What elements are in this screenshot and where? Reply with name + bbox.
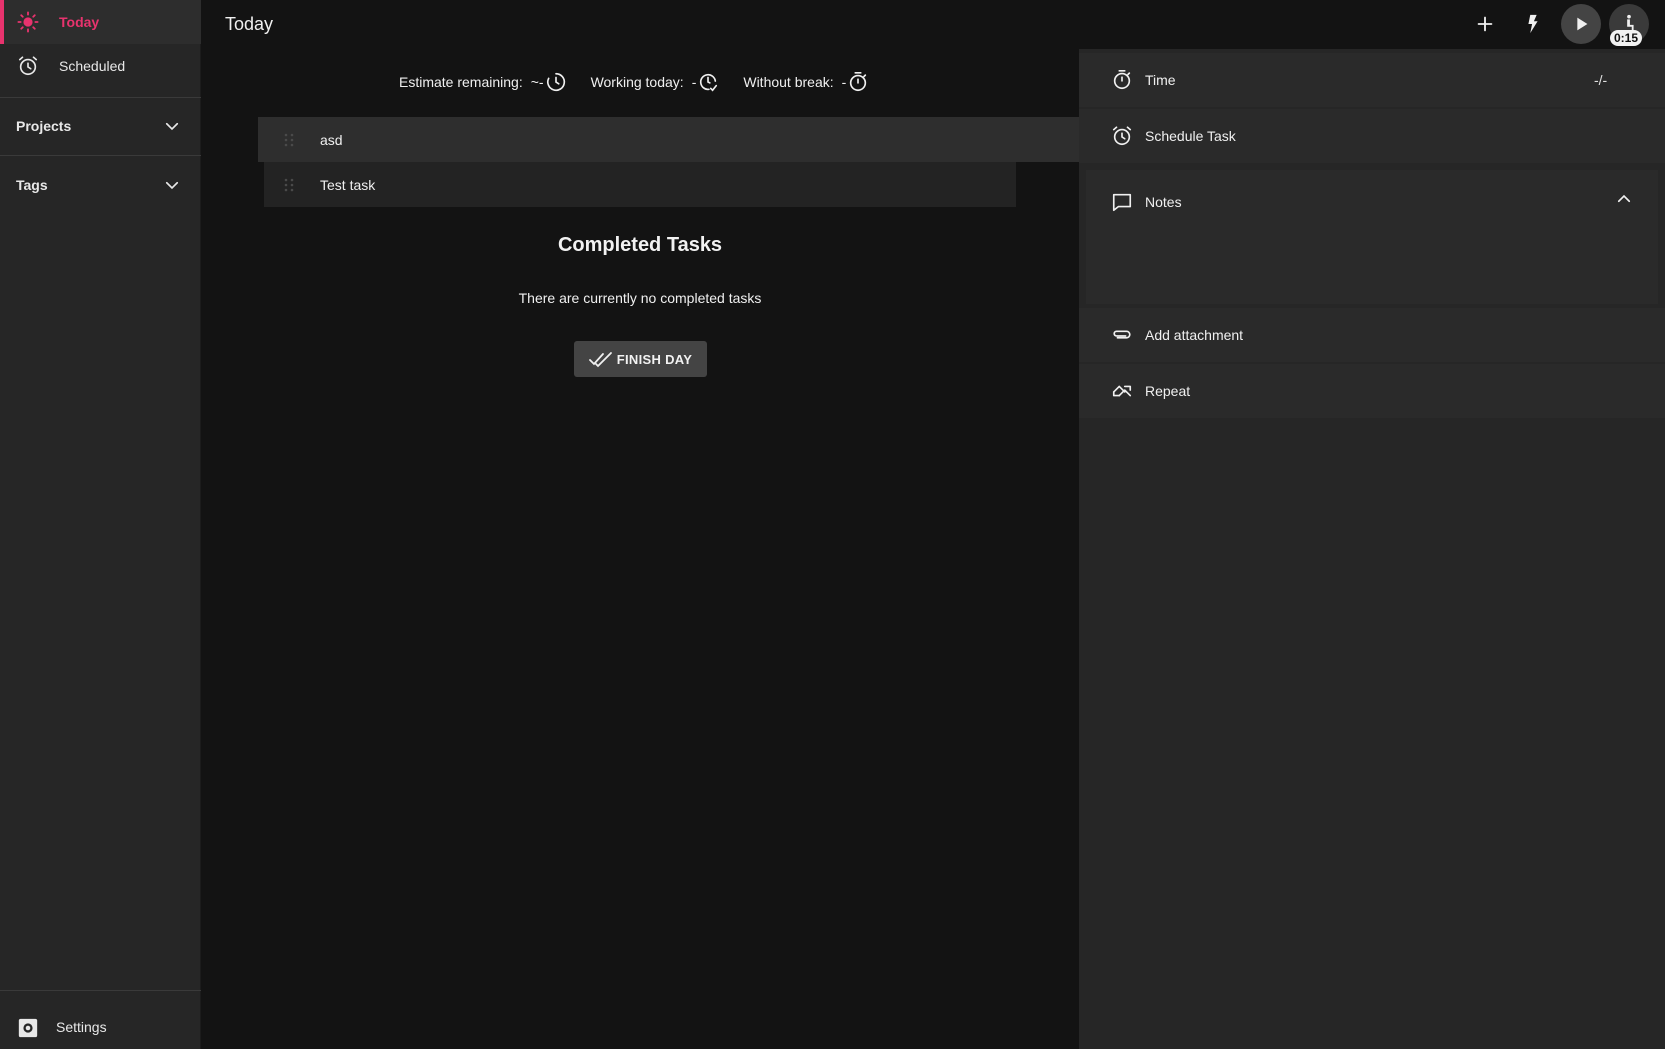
play-button[interactable] bbox=[1561, 4, 1601, 44]
metric-value: ~- bbox=[530, 74, 544, 90]
paperclip-icon bbox=[1113, 330, 1131, 339]
section-tags[interactable]: Tags bbox=[0, 157, 201, 213]
time-value: -/- bbox=[1594, 72, 1608, 88]
notes-section[interactable]: Notes bbox=[1086, 170, 1658, 304]
task-item-selected[interactable]: asd bbox=[258, 117, 1079, 162]
schedule-task-label: Schedule Task bbox=[1145, 128, 1236, 144]
section-projects[interactable]: Projects bbox=[0, 98, 201, 154]
time-label: Time bbox=[1145, 72, 1176, 88]
add-attachment-row[interactable]: Add attachment bbox=[1079, 308, 1665, 362]
settings-icon bbox=[18, 1018, 38, 1038]
schedule-task-row[interactable]: Schedule Task bbox=[1079, 109, 1665, 163]
sidebar: Today Scheduled Projects Tags Settings bbox=[0, 0, 201, 1049]
metric-without-break: Without break: - bbox=[743, 71, 869, 93]
play-icon bbox=[1577, 17, 1588, 31]
nav-item-label: Today bbox=[59, 14, 100, 30]
nav-item-scheduled[interactable]: Scheduled bbox=[0, 44, 201, 88]
comment-icon bbox=[1112, 193, 1132, 212]
timer-badge: 0:15 bbox=[1610, 30, 1643, 46]
metrics-bar: Estimate remaining: ~- Working today: - … bbox=[399, 70, 893, 94]
add-attachment-label: Add attachment bbox=[1145, 327, 1244, 343]
lightning-icon bbox=[1528, 14, 1538, 34]
page-title: Today bbox=[225, 14, 274, 34]
metric-value: - bbox=[691, 74, 697, 90]
metric-working-today: Working today: - bbox=[591, 71, 720, 93]
finish-day-button[interactable]: FINISH DAY bbox=[574, 341, 707, 377]
metric-label: Estimate remaining: bbox=[399, 74, 523, 90]
metric-label: Working today: bbox=[590, 74, 684, 90]
sun-icon bbox=[17, 11, 39, 33]
finish-day-label: FINISH DAY bbox=[616, 351, 693, 367]
focus-mode-button[interactable] bbox=[1515, 6, 1551, 42]
task-title: Test task bbox=[320, 176, 376, 193]
chevron-down-icon bbox=[165, 181, 179, 190]
stopwatch-icon bbox=[1113, 70, 1131, 90]
repeat-icon bbox=[1112, 385, 1132, 397]
plus-icon bbox=[1477, 16, 1493, 32]
divider bbox=[0, 990, 201, 991]
completed-tasks-heading: Completed Tasks bbox=[557, 234, 723, 256]
repeat-label: Repeat bbox=[1145, 383, 1191, 399]
metric-label: Without break: bbox=[743, 74, 834, 90]
drag-handle-icon[interactable] bbox=[284, 178, 294, 192]
task-title: asd bbox=[320, 131, 343, 148]
section-label: Tags bbox=[16, 177, 48, 193]
chevron-down-icon bbox=[165, 122, 179, 131]
alarm-clock-icon bbox=[18, 56, 38, 76]
alarm-clock-icon bbox=[1112, 126, 1132, 146]
add-task-button[interactable] bbox=[1467, 6, 1503, 42]
metric-value: - bbox=[841, 74, 847, 90]
notes-label: Notes bbox=[1145, 194, 1182, 210]
settings-button[interactable]: Settings bbox=[0, 1005, 201, 1049]
empty-state-text: There are currently no completed tasks bbox=[518, 290, 762, 306]
divider bbox=[0, 155, 201, 156]
nav-item-today[interactable]: Today bbox=[0, 0, 201, 44]
settings-label: Settings bbox=[56, 1019, 107, 1035]
drag-handle-icon[interactable] bbox=[284, 133, 294, 147]
stopwatch-icon bbox=[850, 72, 867, 92]
metric-estimate: Estimate remaining: ~- bbox=[399, 71, 567, 93]
repeat-row[interactable]: Repeat bbox=[1079, 364, 1665, 418]
time-row[interactable]: Time -/- bbox=[1079, 53, 1665, 107]
task-item[interactable]: Test task bbox=[264, 162, 1016, 207]
chevron-up-icon[interactable] bbox=[1615, 190, 1633, 208]
nav-item-label: Scheduled bbox=[59, 58, 126, 74]
clock-check-icon bbox=[700, 73, 718, 92]
double-check-icon bbox=[588, 352, 612, 368]
clock-icon bbox=[546, 72, 565, 92]
section-label: Projects bbox=[16, 118, 72, 134]
